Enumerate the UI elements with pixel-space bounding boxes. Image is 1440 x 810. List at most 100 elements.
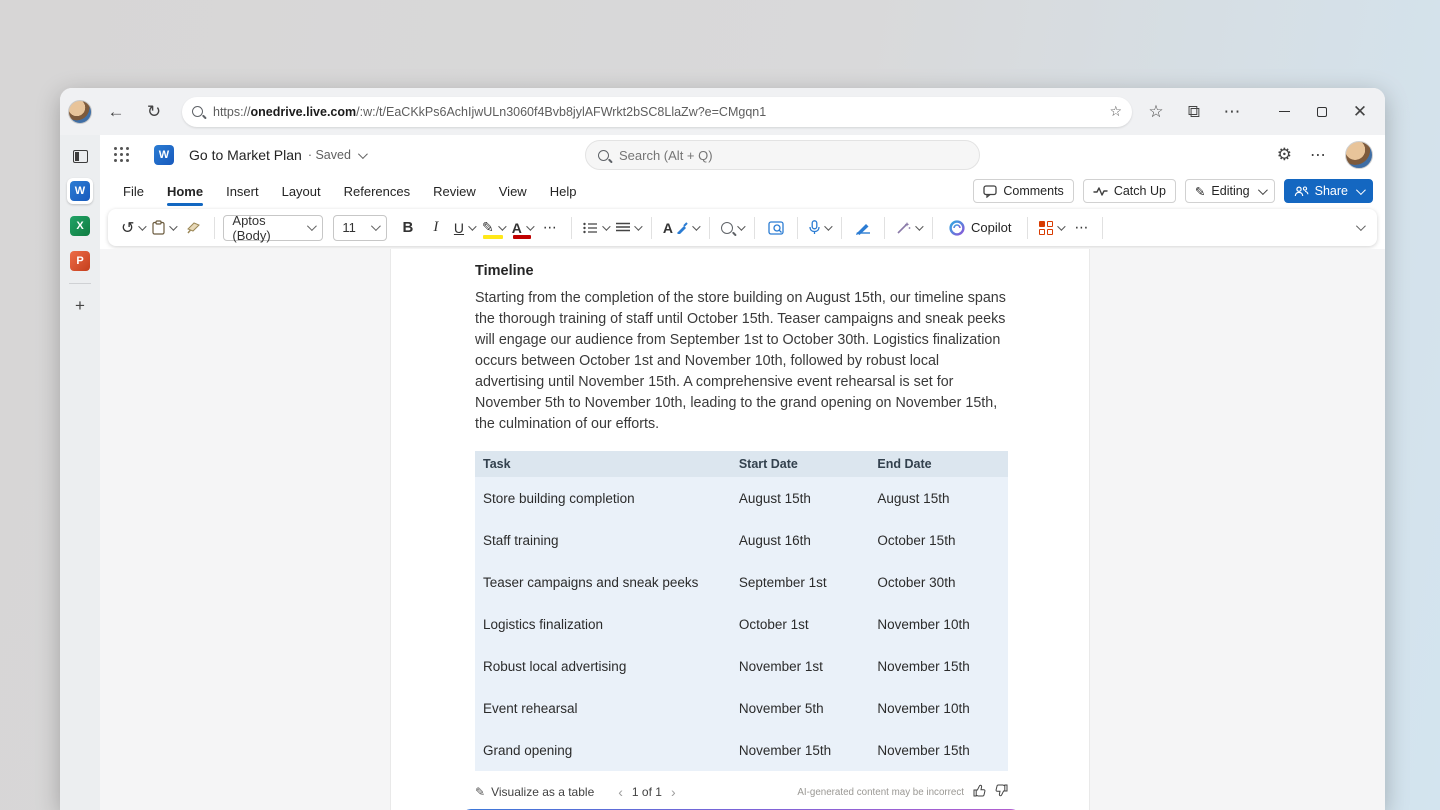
cell-start: November 5th xyxy=(738,700,824,716)
ribbon-collapse-chevron-icon[interactable] xyxy=(1355,221,1366,232)
styles-button[interactable]: A xyxy=(660,214,701,242)
pager-label: 1 of 1 xyxy=(631,785,662,799)
rail-item-word[interactable]: W xyxy=(67,178,93,204)
search-input[interactable] xyxy=(619,147,919,163)
ribbon-more-button[interactable]: ⋯ xyxy=(1068,214,1094,242)
browser-more-icon[interactable]: ⋯ xyxy=(1218,98,1246,126)
minimize-button[interactable] xyxy=(1270,98,1298,126)
more-font-options-button[interactable]: ⋯ xyxy=(537,214,563,242)
rail-item-excel[interactable]: X xyxy=(67,213,93,239)
copilot-label: Copilot xyxy=(971,220,1012,235)
editor-button[interactable] xyxy=(850,214,876,242)
refresh-icon: ↻ xyxy=(146,101,162,121)
tab-help[interactable]: Help xyxy=(541,179,586,204)
title-chevron-down-icon[interactable] xyxy=(357,148,368,159)
address-bar[interactable]: https://onedrive.live.com/:w:/t/EaCKkPs6… xyxy=(182,96,1132,127)
editor-pen-icon xyxy=(856,223,871,235)
plus-icon: + xyxy=(75,296,85,315)
tab-home[interactable]: Home xyxy=(158,179,212,206)
rail-item-powerpoint[interactable]: P xyxy=(67,248,93,274)
table-row[interactable]: Teaser campaigns and sneak peeks Septemb… xyxy=(475,561,1008,603)
table-row[interactable]: Store building completion August 15th Au… xyxy=(475,477,1008,519)
gear-icon[interactable]: ⚙ xyxy=(1277,145,1292,165)
auto-rewrite-button[interactable] xyxy=(893,214,924,242)
tab-insert[interactable]: Insert xyxy=(217,179,268,204)
magic-wand-icon xyxy=(897,221,911,234)
table-row[interactable]: Logistics finalization October 1st Novem… xyxy=(475,603,1008,645)
table-row[interactable]: Robust local advertising November 1st No… xyxy=(475,645,1008,687)
cell-start: August 16th xyxy=(738,532,811,548)
toolbar-divider xyxy=(754,216,756,239)
cell-task: Event rehearsal xyxy=(483,700,578,716)
sidebar-toggle-button[interactable] xyxy=(67,143,93,169)
timeline-table[interactable]: Task Start Date End Date Store building … xyxy=(475,451,1008,771)
dictate-chevron-down-icon xyxy=(824,221,833,231)
font-size-chevron-down-icon xyxy=(370,221,381,232)
more-font-icon: ⋯ xyxy=(542,219,557,235)
app-header: W Go to Market Plan · Saved ⚙ ⋯ xyxy=(100,135,1385,175)
rail-divider xyxy=(69,283,91,284)
font-name-select[interactable]: Aptos (Body) xyxy=(223,213,324,243)
align-button[interactable] xyxy=(613,214,643,242)
url-text[interactable]: https://onedrive.live.com/:w:/t/EaCKkPs6… xyxy=(213,105,766,119)
table-row[interactable]: Staff training August 16th October 15th xyxy=(475,519,1008,561)
pager-next-icon[interactable]: › xyxy=(671,784,676,800)
underline-button[interactable]: U xyxy=(451,214,477,242)
dictate-button[interactable] xyxy=(806,214,833,242)
font-color-button[interactable]: A xyxy=(509,214,535,242)
add-ins-button[interactable] xyxy=(1036,214,1067,242)
visualize-as-table-button[interactable]: Visualize as a table xyxy=(491,785,594,799)
editing-button[interactable]: ✎ Editing xyxy=(1184,179,1275,203)
tab-review[interactable]: Review xyxy=(424,179,485,204)
table-header-row: Task Start Date End Date xyxy=(475,451,1008,477)
italic-button[interactable]: I xyxy=(423,214,449,242)
cell-end: August 15th xyxy=(877,490,950,506)
word-icon: W xyxy=(70,181,90,201)
comments-button[interactable]: Comments xyxy=(973,179,1074,203)
copilot-button[interactable]: Copilot xyxy=(941,214,1019,242)
word-search-box[interactable] xyxy=(585,140,980,170)
saved-status: · Saved xyxy=(307,148,351,162)
share-button[interactable]: Share xyxy=(1283,179,1373,203)
favorites-button[interactable]: ☆ xyxy=(1142,98,1170,126)
back-button[interactable]: ← xyxy=(102,98,130,126)
font-size-select[interactable]: 11 xyxy=(333,214,387,241)
browser-profile-avatar[interactable] xyxy=(68,99,92,124)
account-avatar[interactable] xyxy=(1345,141,1373,169)
find-button[interactable] xyxy=(718,214,746,242)
microphone-icon xyxy=(809,220,820,234)
format-painter-button[interactable] xyxy=(180,214,206,242)
app-launcher-icon[interactable] xyxy=(114,147,130,163)
tab-references[interactable]: References xyxy=(335,179,419,204)
close-button[interactable]: ✕ xyxy=(1346,98,1374,126)
undo-button[interactable]: ↺ xyxy=(118,214,148,242)
header-more-icon[interactable]: ⋯ xyxy=(1310,145,1327,165)
designer-button[interactable] xyxy=(763,214,789,242)
paste-button[interactable] xyxy=(149,214,179,242)
table-row[interactable]: Event rehearsal November 5th November 10… xyxy=(475,687,1008,729)
tab-file[interactable]: File xyxy=(114,179,153,204)
document-title[interactable]: Go to Market Plan xyxy=(189,147,302,163)
thumbs-up-icon[interactable] xyxy=(973,784,986,800)
add-favorite-icon[interactable]: ☆ xyxy=(1109,103,1122,120)
back-icon: ← xyxy=(107,101,125,121)
collections-icon[interactable]: ⧉ xyxy=(1180,98,1208,126)
saved-status-text: Saved xyxy=(315,148,351,162)
refresh-button[interactable]: ↻ xyxy=(140,98,168,126)
ribbon-more-icon: ⋯ xyxy=(1074,219,1089,235)
maximize-button[interactable] xyxy=(1308,98,1336,126)
url-domain: onedrive.live.com xyxy=(250,104,357,119)
wand-chevron-down-icon xyxy=(915,221,924,231)
catch-up-button[interactable]: Catch Up xyxy=(1082,179,1176,203)
bullets-button[interactable] xyxy=(580,214,611,242)
rail-add-button[interactable]: + xyxy=(67,293,93,319)
document-page[interactable]: Timeline Starting from the completion of… xyxy=(390,249,1090,810)
tab-layout[interactable]: Layout xyxy=(273,179,330,204)
thumbs-down-icon[interactable] xyxy=(995,784,1008,800)
cell-end: November 10th xyxy=(877,616,970,632)
pager-prev-icon[interactable]: ‹ xyxy=(618,784,623,800)
tab-view[interactable]: View xyxy=(490,179,536,204)
bold-button[interactable]: B xyxy=(395,214,421,242)
highlight-button[interactable]: ✎ xyxy=(479,214,507,242)
table-row[interactable]: Grand opening November 15th November 15t… xyxy=(475,729,1008,771)
